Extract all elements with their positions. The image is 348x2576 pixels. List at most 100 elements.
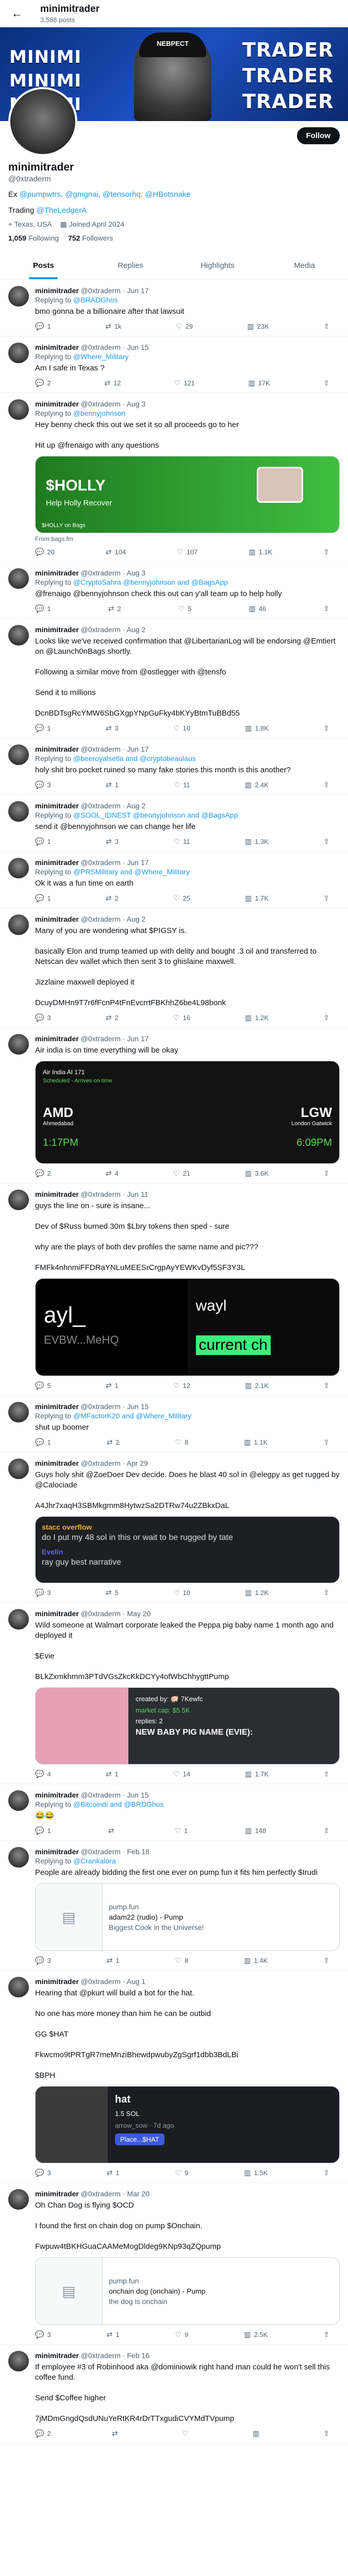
tweet-avatar[interactable] <box>8 744 29 765</box>
share-button[interactable]: ⇪ <box>323 2330 329 2339</box>
share-button[interactable]: ⇪ <box>323 1013 329 1022</box>
reply-button[interactable]: 💬 3 <box>35 781 51 789</box>
share-button[interactable]: ⇪ <box>323 548 329 556</box>
reply-button[interactable]: 💬 2 <box>35 1169 51 1178</box>
views-button[interactable]: ▥ 1.1K <box>244 1438 268 1447</box>
like-button[interactable]: ♡ 16 <box>173 1013 190 1022</box>
tweet-author-name[interactable]: minimitrader <box>35 2190 79 2198</box>
tweet-avatar[interactable] <box>8 801 29 822</box>
tweet-media-image[interactable]: $HOLLY Help Holly Recover $HOLLY on Bags <box>35 456 340 533</box>
like-button[interactable]: ♡ 25 <box>173 894 190 903</box>
repost-button[interactable]: ⇄ <box>112 2429 121 2438</box>
tweet-author-handle[interactable]: @0xtraderm · Feb 16 <box>79 2351 150 2360</box>
reply-button[interactable]: 💬 4 <box>35 1770 51 1778</box>
tweet-author-handle[interactable]: @0xtraderm · Jun 17 <box>79 286 149 295</box>
tweet[interactable]: minimitrader @0xtraderm · Jun 11 guys the… <box>0 1183 348 1396</box>
tweet-avatar[interactable] <box>8 568 29 589</box>
pig-screenshot[interactable]: created by: 🐖 7Kewfc market cap: $5.5K rep… <box>35 1687 340 1765</box>
hat-place-button[interactable]: Place...$HAT <box>115 2133 164 2145</box>
hat-card[interactable]: hat 1.5 SOL arrow_sow · 7d ago Place...$HAT <box>35 2086 340 2163</box>
share-button[interactable]: ⇪ <box>323 1956 329 1965</box>
tweet-author-name[interactable]: minimitrader <box>35 1190 79 1198</box>
flight-card[interactable]: Air India AI 171 Scheduled · Arrives on t… <box>35 1061 340 1164</box>
tweet[interactable]: minimitrader @0xtraderm · Feb 18 Replying… <box>0 1841 348 1971</box>
reply-button[interactable]: 💬 1 <box>35 1826 51 1835</box>
views-button[interactable]: ▥ 2.5K <box>244 2330 268 2339</box>
tweet-author-handle[interactable]: @0xtraderm · Jun 15 <box>79 1402 149 1411</box>
tweet-avatar[interactable] <box>8 399 29 420</box>
share-button[interactable]: ⇪ <box>323 781 329 789</box>
repost-button[interactable]: ⇄ 1 <box>107 2330 120 2339</box>
tweet-author-name[interactable]: minimitrader <box>35 1402 79 1411</box>
tab-posts[interactable]: Posts <box>0 252 87 279</box>
repost-button[interactable]: ⇄ <box>108 1826 118 1835</box>
tweet-avatar[interactable] <box>8 858 29 878</box>
replying-to-handles[interactable]: @bennyjohnson <box>73 409 125 417</box>
tweet-author-handle[interactable]: @0xtraderm · Feb 18 <box>79 1848 150 1856</box>
like-button[interactable]: ♡ 107 <box>177 548 197 556</box>
tweet-author-name[interactable]: minimitrader <box>35 2351 79 2360</box>
tweet-author-handle[interactable]: @0xtraderm · Aug 3 <box>79 569 146 577</box>
tweet-author-handle[interactable]: @0xtraderm · Aug 2 <box>79 802 146 810</box>
views-button[interactable]: ▥ 23K <box>247 322 269 331</box>
tweet-author-handle[interactable]: @0xtraderm · Aug 2 <box>79 915 146 923</box>
views-button[interactable]: ▥ 1.8K <box>245 724 269 733</box>
tab-media[interactable]: Media <box>261 252 348 279</box>
tweet-author-name[interactable]: minimitrader <box>35 625 79 634</box>
replying-to-handles[interactable]: @MFactorK20 and @Where_Military <box>73 1412 191 1420</box>
tweet[interactable]: minimitrader @0xtraderm · May 20 Wild som… <box>0 1603 348 1784</box>
share-button[interactable]: ⇪ <box>323 379 329 387</box>
tweet-author-name[interactable]: minimitrader <box>35 343 79 351</box>
repost-button[interactable]: ⇄ 104 <box>106 548 126 556</box>
views-button[interactable]: ▥ 1.7K <box>245 894 269 903</box>
tweet-avatar[interactable] <box>8 1790 29 1811</box>
tweet[interactable]: minimitrader @0xtraderm · Jun 17 Replying… <box>0 738 348 795</box>
views-button[interactable]: ▥ 2.4K <box>245 781 269 789</box>
views-button[interactable]: ▥ 1.1K <box>248 548 272 556</box>
tweet[interactable]: minimitrader @0xtraderm · Mar 20 Oh Chan … <box>0 2183 348 2345</box>
tweet[interactable]: minimitrader @0xtraderm · Aug 3 Replying … <box>0 393 348 562</box>
repost-button[interactable]: ⇄ 2 <box>108 604 121 613</box>
tweet-author-handle[interactable]: @0xtraderm · Jun 15 <box>79 1791 149 1799</box>
like-button[interactable]: ♡ 8 <box>175 1956 189 1965</box>
bio-links[interactable]: @pumpwtrs, @gmgnai, @tensorhq, @HBotsnak… <box>20 190 191 199</box>
share-button[interactable]: ⇪ <box>323 1381 329 1390</box>
like-button[interactable]: ♡ 11 <box>173 837 190 846</box>
tweet[interactable]: minimitrader @0xtraderm · Jun 15 Replying… <box>0 1396 348 1452</box>
share-button[interactable]: ⇪ <box>323 2168 329 2177</box>
like-button[interactable]: ♡ 9 <box>175 2168 189 2177</box>
replying-to-handles[interactable]: @PRSMilitary and @Where_Military <box>73 868 190 876</box>
tweet-avatar[interactable] <box>8 2351 29 2371</box>
reply-button[interactable]: 💬 3 <box>35 2168 51 2177</box>
reply-button[interactable]: 💬 5 <box>35 1381 51 1390</box>
views-button[interactable]: ▥ 1.7K <box>245 1770 269 1778</box>
share-button[interactable]: ⇪ <box>323 322 329 331</box>
reply-button[interactable]: 💬 3 <box>35 2330 51 2339</box>
tweet[interactable]: minimitrader @0xtraderm · Aug 2 Looks lik… <box>0 619 348 738</box>
share-button[interactable]: ⇪ <box>323 724 329 733</box>
like-button[interactable]: ♡ 9 <box>175 2330 189 2339</box>
tab-highlights[interactable]: Highlights <box>174 252 261 279</box>
share-button[interactable]: ⇪ <box>323 1588 329 1597</box>
repost-button[interactable]: ⇄ 4 <box>106 1169 119 1178</box>
share-button[interactable]: ⇪ <box>323 1169 329 1178</box>
tweet-author-name[interactable]: minimitrader <box>35 802 79 810</box>
tweet-author-name[interactable]: minimitrader <box>35 1035 79 1043</box>
tweet-author-name[interactable]: minimitrader <box>35 858 79 867</box>
tweet-author-name[interactable]: minimitrader <box>35 745 79 753</box>
reply-button[interactable]: 💬 20 <box>35 548 55 556</box>
replying-to-handles[interactable]: @beeroyalsetla and @cryptobeaulaus <box>73 754 196 762</box>
repost-button[interactable]: ⇄ 3 <box>106 724 119 733</box>
tab-replies[interactable]: Replies <box>87 252 174 279</box>
tweet[interactable]: minimitrader @0xtraderm · Jun 15 Replying… <box>0 336 348 393</box>
tweet-avatar[interactable] <box>8 914 29 935</box>
views-button[interactable]: ▥ 46 <box>249 604 267 613</box>
reply-button[interactable]: 💬 1 <box>35 894 51 903</box>
tweet-author-name[interactable]: minimitrader <box>35 286 79 295</box>
repost-button[interactable]: ⇄ 5 <box>106 1588 119 1597</box>
link-card[interactable]: ▤ pump.fun onchain dog (onchain) - Pump the… <box>35 2257 340 2325</box>
tweet-avatar[interactable] <box>8 1190 29 1210</box>
share-button[interactable]: ⇪ <box>323 837 329 846</box>
views-button[interactable]: ▥ 17K <box>248 379 270 387</box>
repost-button[interactable]: ⇄ 12 <box>104 379 121 387</box>
